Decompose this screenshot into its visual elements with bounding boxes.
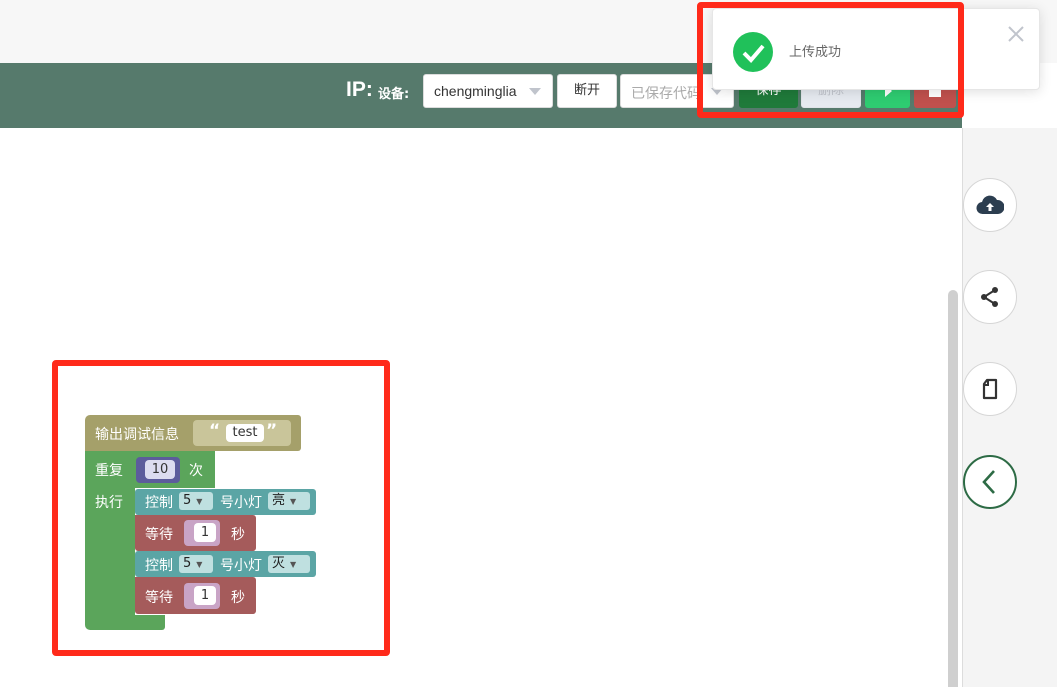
share-button[interactable] [963, 270, 1017, 324]
device-label: 设备: [378, 87, 410, 102]
highlight-blocks [52, 360, 390, 656]
close-icon[interactable] [1005, 23, 1027, 45]
chevron-left-icon [982, 470, 995, 494]
highlight-toast [697, 2, 964, 118]
cloud-upload-icon [976, 195, 1004, 215]
chevron-down-icon [529, 88, 541, 95]
file-button[interactable] [963, 362, 1017, 416]
device-value: chengminglia [434, 83, 517, 99]
workspace-scrollbar[interactable] [948, 290, 958, 687]
back-button[interactable] [963, 455, 1017, 509]
upload-cloud-button[interactable] [963, 178, 1017, 232]
saved-code-placeholder: 已保存代码 [631, 86, 701, 102]
disconnect-button[interactable]: 断开 [557, 74, 617, 108]
ip-label: IP: [346, 78, 373, 101]
file-icon [982, 378, 998, 400]
share-icon [981, 287, 998, 307]
